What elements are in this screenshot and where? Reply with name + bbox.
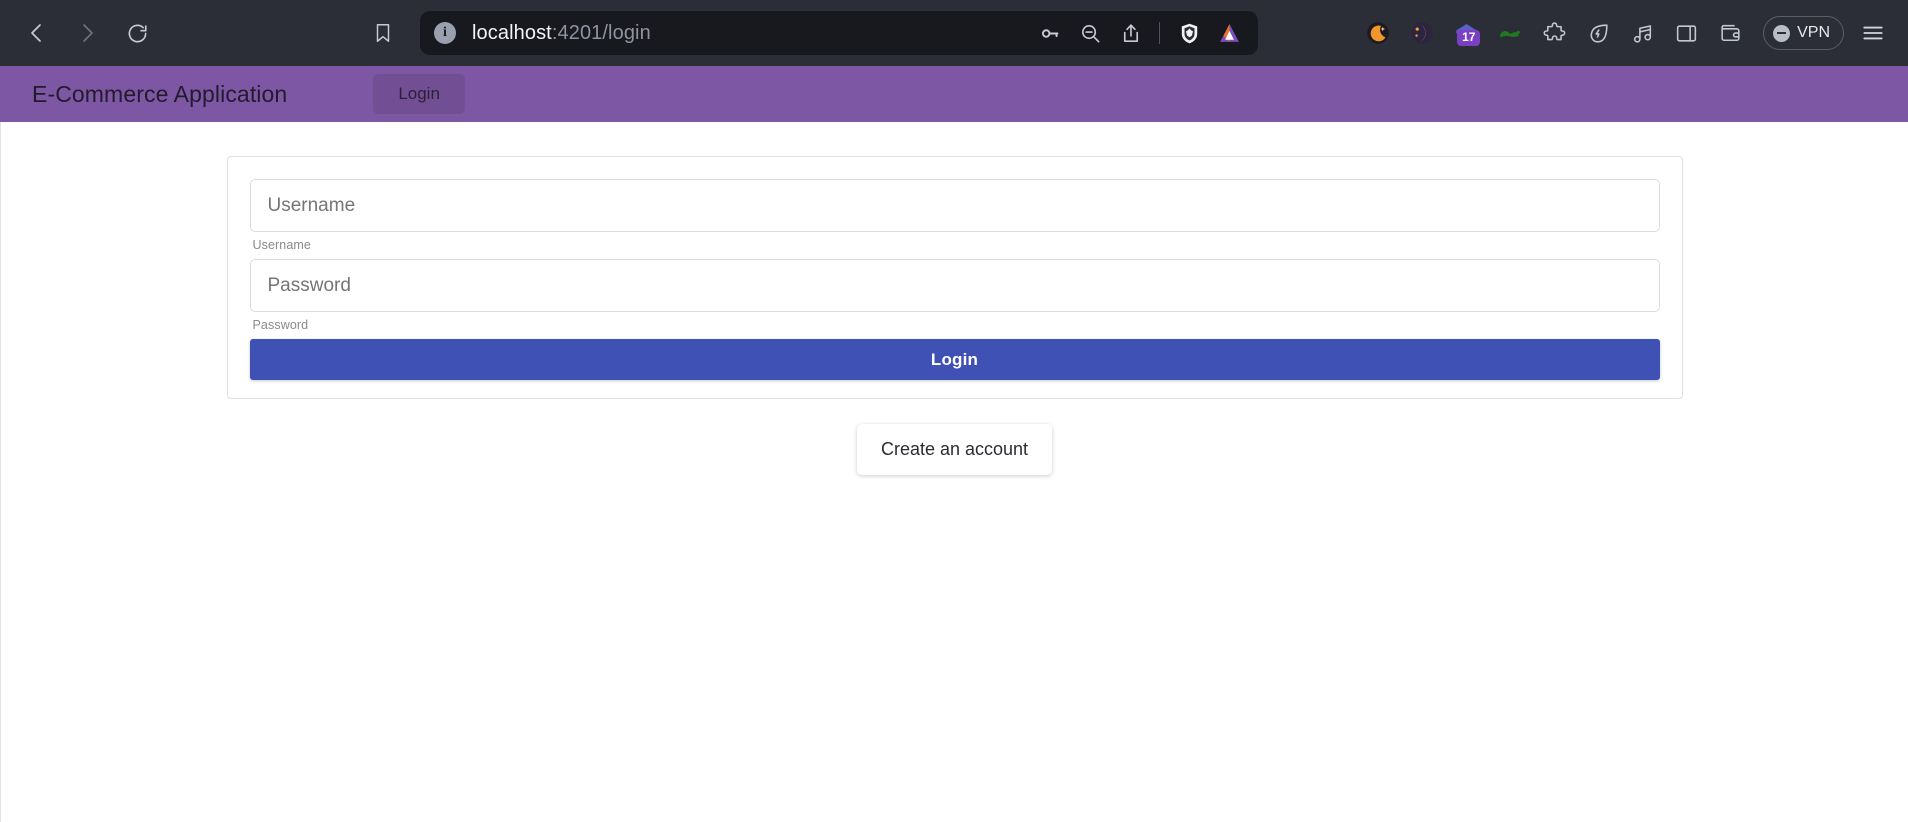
page-title: E-Commerce Application	[32, 80, 288, 107]
app-header: E-Commerce Application Login	[0, 66, 1908, 122]
extensions-puzzle-icon[interactable]	[1533, 12, 1575, 54]
create-account-button[interactable]: Create an account	[856, 424, 1053, 475]
navigation-buttons	[14, 10, 160, 56]
login-card: Username Password Login	[226, 156, 1683, 399]
site-info-glyph: i	[443, 25, 447, 40]
url-host: localhost	[472, 21, 552, 44]
brave-rewards-icon[interactable]	[1210, 14, 1248, 52]
browser-menu-icon[interactable]	[1852, 12, 1894, 54]
page-content: Username Password Login Create an accoun…	[0, 122, 1908, 822]
sidebar-toggle-icon[interactable]	[1665, 12, 1707, 54]
address-bar[interactable]: i localhost:4201/login	[420, 11, 1258, 55]
login-submit-button[interactable]: Login	[249, 339, 1660, 380]
back-icon[interactable]	[14, 10, 60, 56]
url-path: :4201/login	[551, 21, 651, 44]
purple-diamond-extension-icon[interactable]: 17	[1445, 12, 1487, 54]
wallet-icon[interactable]	[1709, 12, 1751, 54]
vpn-label: VPN	[1797, 24, 1830, 41]
vpn-button[interactable]: VPN	[1763, 16, 1844, 50]
create-account-row: Create an account	[1, 424, 1908, 475]
music-extension-icon[interactable]	[1621, 12, 1663, 54]
bookmark-icon[interactable]	[360, 10, 406, 56]
browser-extensions-toolbar: 17 VPN	[1357, 12, 1894, 54]
toolbar-divider	[1159, 22, 1160, 44]
brave-shields-icon[interactable]	[1170, 14, 1208, 52]
forward-icon[interactable]	[64, 10, 110, 56]
url-text: localhost:4201/login	[472, 22, 1031, 45]
leaf-bolt-extension-icon[interactable]	[1577, 12, 1619, 54]
share-icon[interactable]	[1111, 14, 1149, 52]
password-key-icon[interactable]	[1031, 14, 1069, 52]
address-bar-actions	[1031, 14, 1248, 52]
header-login-button[interactable]: Login	[373, 74, 465, 114]
username-input[interactable]	[249, 179, 1660, 232]
username-hint: Username	[252, 238, 311, 252]
extension-badge-count: 17	[1457, 30, 1481, 47]
zoom-out-icon[interactable]	[1071, 14, 1109, 52]
crescent-extension-icon[interactable]	[1401, 12, 1443, 54]
vpn-status-icon	[1773, 24, 1791, 42]
browser-toolbar: i localhost:4201/login 17 VPN	[0, 0, 1908, 66]
dark-reader-icon[interactable]	[1357, 12, 1399, 54]
green-extension-icon[interactable]	[1489, 12, 1531, 54]
password-input[interactable]	[249, 259, 1660, 312]
password-hint: Password	[252, 318, 309, 332]
site-info-icon[interactable]: i	[434, 22, 456, 44]
reload-icon[interactable]	[114, 10, 160, 56]
